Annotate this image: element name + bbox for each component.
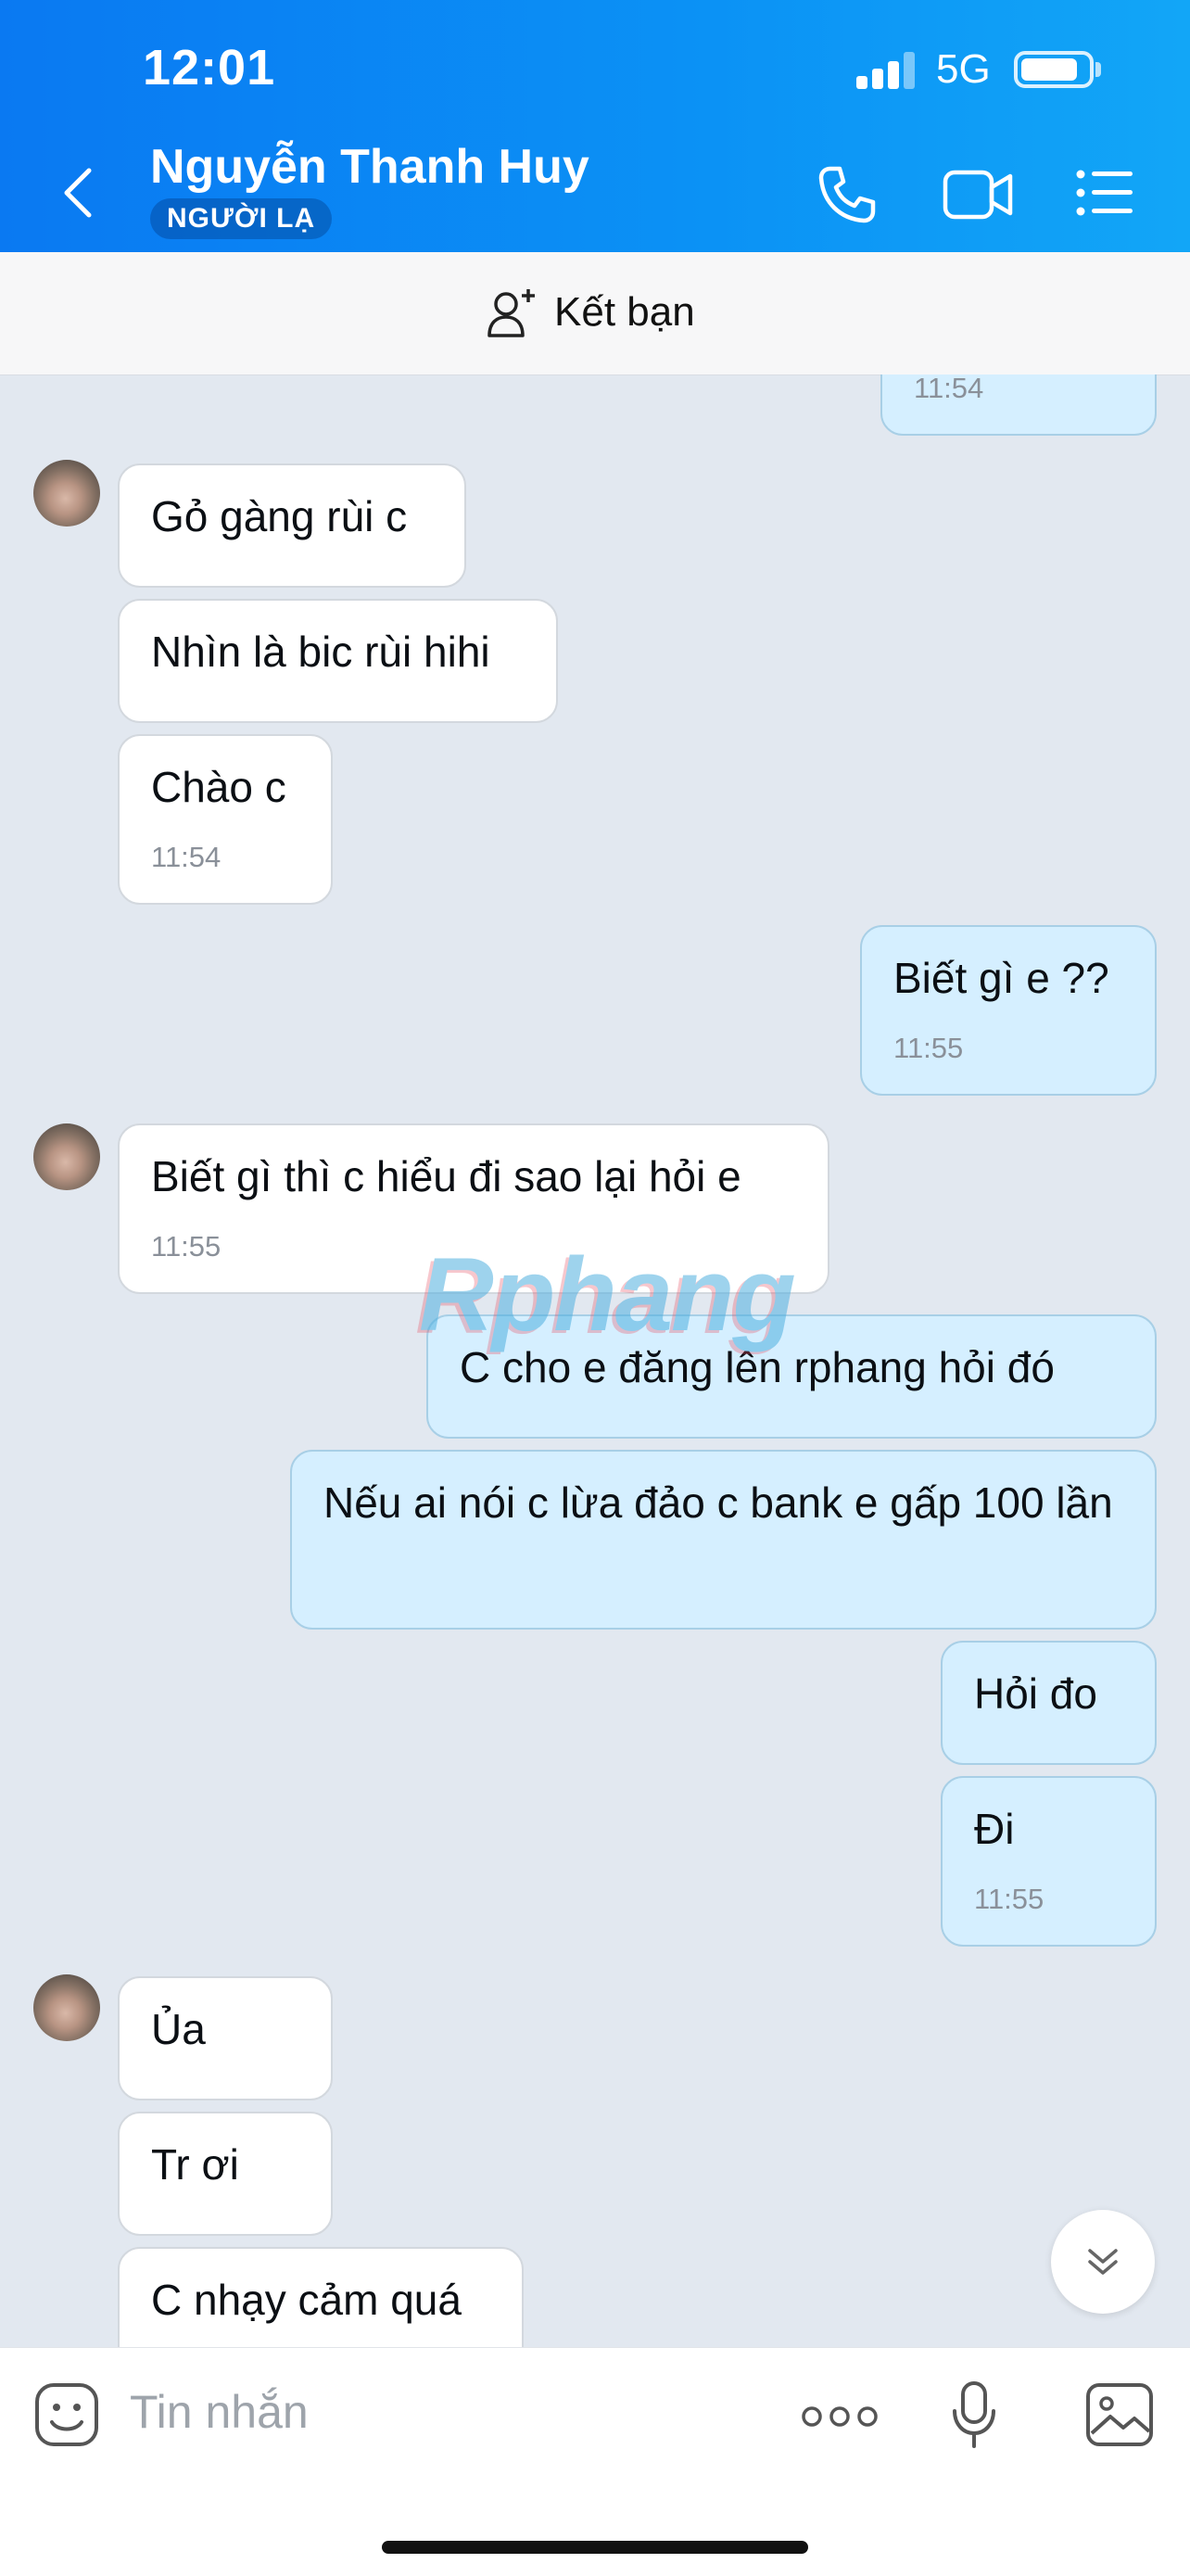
status-time: 12:01 xyxy=(143,40,276,95)
more-icon[interactable] xyxy=(801,2404,879,2430)
message-text: C nhạy cảm quá xyxy=(151,2276,462,2324)
message-bubble-incoming[interactable]: Ủa xyxy=(118,1976,333,2100)
message-composer: Tin nhắn xyxy=(0,2347,1190,2576)
add-friend-bar[interactable]: Kết bạn xyxy=(0,252,1190,375)
message-text: Gỏ gàng rùi c xyxy=(151,492,408,540)
message-bubble-incoming[interactable]: C nhạy cảm quá xyxy=(118,2247,524,2347)
signal-icon xyxy=(856,52,916,89)
watermark-logo: Rphang xyxy=(419,1237,796,1352)
battery-icon xyxy=(1014,51,1094,88)
message-bubble-incoming[interactable]: Tr ơi xyxy=(118,2112,333,2236)
message-text: Hỏi đo xyxy=(974,1669,1097,1718)
message-time: 11:54 xyxy=(914,374,984,404)
stranger-badge: NGƯỜI LẠ xyxy=(150,198,333,239)
battery-tip xyxy=(1095,62,1101,77)
message-bubble-outgoing[interactable]: 11:54 xyxy=(880,374,1157,436)
emoji-icon[interactable] xyxy=(33,2381,100,2448)
image-icon[interactable] xyxy=(1084,2381,1155,2448)
message-text: Nếu ai nói c lừa đảo c bank e gấp 100 lầ… xyxy=(323,1478,1113,1527)
network-label: 5G xyxy=(936,46,991,92)
message-time: 11:54 xyxy=(151,841,222,873)
menu-icon[interactable] xyxy=(1075,167,1134,219)
message-bubble-outgoing[interactable]: Đi 11:55 xyxy=(941,1776,1157,1947)
message-bubble-outgoing[interactable]: Hỏi đo xyxy=(941,1641,1157,1765)
chat-header: 12:01 5G Nguyễn Thanh Huy NGƯỜI LẠ xyxy=(0,0,1190,252)
scroll-to-bottom-button[interactable] xyxy=(1051,2210,1155,2314)
chevron-down-icon xyxy=(1088,2249,1118,2275)
message-bubble-outgoing[interactable]: Nếu ai nói c lừa đảo c bank e gấp 100 lầ… xyxy=(290,1450,1157,1630)
battery-level xyxy=(1021,58,1077,81)
microphone-icon[interactable] xyxy=(949,2379,999,2452)
home-indicator xyxy=(382,2541,808,2554)
message-input[interactable]: Tin nhắn xyxy=(130,2385,309,2439)
message-bubble-incoming[interactable]: Gỏ gàng rùi c xyxy=(118,463,466,588)
message-text: Chào c xyxy=(151,763,286,811)
message-time: 11:55 xyxy=(974,1883,1044,1915)
back-icon[interactable] xyxy=(57,163,98,222)
message-time: 11:55 xyxy=(151,1230,222,1263)
video-icon[interactable] xyxy=(942,167,1014,222)
contact-avatar[interactable] xyxy=(33,460,100,527)
message-list[interactable]: 11:54 Gỏ gàng rùi c Nhìn là bic rùi hihi… xyxy=(0,374,1190,2347)
add-friend-label[interactable]: Kết bạn xyxy=(554,289,695,336)
message-text: Biết gì thì c hiểu đi sao lại hỏi e xyxy=(151,1152,741,1200)
message-text: Ủa xyxy=(151,2005,206,2053)
add-person-icon xyxy=(487,289,535,337)
phone-icon[interactable] xyxy=(816,163,879,226)
contact-avatar[interactable] xyxy=(33,1123,100,1190)
message-text: Tr ơi xyxy=(151,2140,239,2189)
message-text: Biết gì e ?? xyxy=(893,954,1109,1002)
message-bubble-outgoing[interactable]: Biết gì e ?? 11:55 xyxy=(860,925,1157,1096)
message-bubble-incoming[interactable]: Nhìn là bic rùi hihi xyxy=(118,599,558,723)
message-bubble-incoming[interactable]: Chào c 11:54 xyxy=(118,734,333,905)
message-text: Đi xyxy=(974,1805,1015,1853)
message-text: Nhìn là bic rùi hihi xyxy=(151,628,490,676)
contact-name[interactable]: Nguyễn Thanh Huy xyxy=(150,139,589,195)
message-time: 11:55 xyxy=(893,1032,964,1064)
contact-avatar[interactable] xyxy=(33,1974,100,2041)
